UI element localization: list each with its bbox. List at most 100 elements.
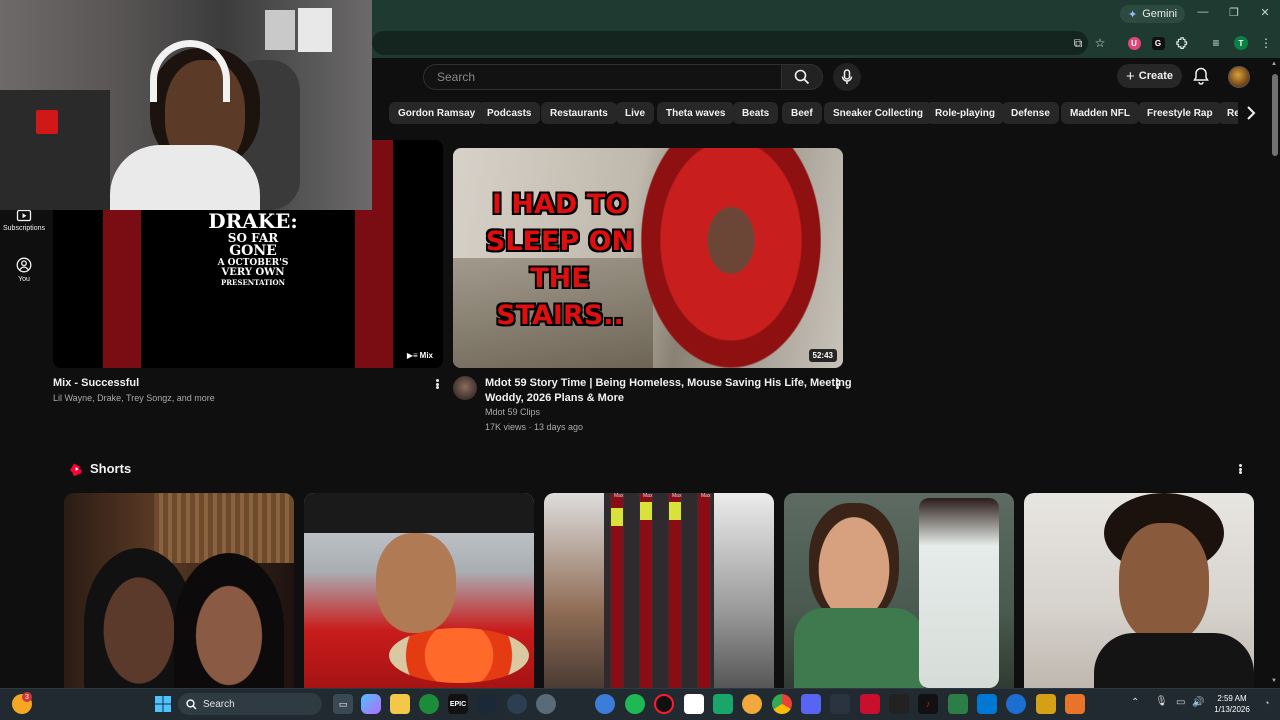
xbox-icon[interactable] (419, 694, 439, 714)
chip-beef[interactable]: Beef (782, 102, 822, 124)
gemini-icon: ✦ (1128, 8, 1138, 21)
search-icon (186, 698, 197, 709)
copilot-icon[interactable] (361, 694, 381, 714)
search-box[interactable] (423, 64, 783, 90)
media-control-icon[interactable]: ≡ (1206, 33, 1226, 53)
thumb-shirt (1094, 633, 1254, 689)
create-button[interactable]: + Create (1117, 64, 1182, 88)
steam-icon[interactable] (477, 694, 497, 714)
scrollbar-thumb[interactable] (1272, 74, 1278, 156)
spotify-icon[interactable] (625, 694, 645, 714)
video-title-mix[interactable]: Mix - Successful (53, 376, 139, 391)
discord-icon[interactable] (801, 694, 821, 714)
opera-icon[interactable] (654, 694, 674, 714)
bookmark-star-icon[interactable]: ☆ (1090, 33, 1110, 53)
windows-start-icon[interactable] (153, 694, 173, 714)
channel-avatar[interactable] (453, 376, 477, 400)
chrome-icon[interactable] (772, 694, 792, 714)
app-icon[interactable] (1006, 694, 1026, 714)
voice-search-button[interactable] (833, 63, 861, 91)
search-button[interactable] (781, 64, 823, 90)
app-icon[interactable] (1065, 694, 1085, 714)
notifications-button[interactable] (1191, 66, 1211, 86)
more-options-icon[interactable] (432, 377, 442, 391)
chip-live[interactable]: Live (616, 102, 655, 124)
video-title-mdot[interactable]: Mdot 59 Story Time | Being Homeless, Mou… (485, 376, 852, 406)
browser-menu-icon[interactable]: ⋮ (1256, 33, 1276, 53)
app-icon[interactable] (1036, 694, 1056, 714)
epic-games-icon[interactable]: EPIC (448, 694, 468, 714)
chip-role-playing[interactable]: Role-playing (926, 102, 1005, 124)
short-thumbnail-3[interactable]: Max Max Max Max (544, 493, 774, 689)
chip-podcasts[interactable]: Podcasts (478, 102, 541, 124)
task-view-icon[interactable]: ▭ (333, 694, 353, 714)
chip-sneaker-collecting[interactable]: Sneaker Collecting (824, 102, 933, 124)
chips-next-button[interactable] (1238, 100, 1264, 126)
create-label: Create (1138, 70, 1173, 82)
file-explorer-icon[interactable] (390, 694, 410, 714)
gemini-button[interactable]: ✦ Gemini (1120, 5, 1186, 23)
search-input[interactable] (424, 65, 783, 89)
network-icon[interactable]: ▭ (1176, 697, 1185, 708)
notifications-bell-icon[interactable]: ◔ (1264, 698, 1269, 708)
address-bar[interactable] (372, 31, 1088, 55)
thumb-person-red-hoodie (641, 148, 821, 368)
extension-g-icon[interactable]: G (1148, 33, 1168, 53)
chip-defense[interactable]: Defense (1002, 102, 1059, 124)
app-icon[interactable] (830, 694, 850, 714)
short-thumbnail-4[interactable] (784, 493, 1014, 689)
album-art-text: DRAKE: SO FAR GONE A OCTOBER'S VERY OWN … (208, 209, 298, 287)
short-thumbnail-5[interactable] (1024, 493, 1254, 689)
obs-icon[interactable] (507, 694, 527, 714)
capcut-icon[interactable] (684, 694, 704, 714)
close-button[interactable]: ✕ (1250, 6, 1280, 19)
active-app-icon[interactable] (713, 694, 733, 714)
taskbar-search-label: Search (203, 698, 235, 710)
volume-icon[interactable]: 🔊 (1192, 697, 1204, 708)
browser-globe-icon[interactable] (595, 694, 615, 714)
channel-name[interactable]: Mdot 59 Clips (485, 405, 540, 420)
app-icon[interactable] (948, 694, 968, 714)
taskbar-clock[interactable]: 2:59 AM 1/13/2026 (1208, 693, 1256, 715)
thumb-food-plate (389, 628, 529, 683)
more-options-icon[interactable] (832, 377, 842, 391)
profile-icon[interactable]: T (1231, 33, 1251, 53)
app-icon[interactable] (860, 694, 880, 714)
taskbar-search[interactable]: Search (178, 693, 322, 715)
short-thumbnail-2[interactable] (304, 493, 534, 689)
app-icon[interactable] (977, 694, 997, 714)
sidebar-item-you[interactable]: You (0, 257, 48, 283)
extensions-puzzle-icon[interactable] (1172, 33, 1192, 53)
meter-label: Max (701, 493, 711, 499)
install-app-icon[interactable]: ⧉ (1068, 33, 1088, 53)
account-avatar[interactable] (1228, 66, 1250, 88)
chip-madden-nfl[interactable]: Madden NFL (1061, 102, 1139, 124)
shorts-more-options-icon[interactable] (1235, 462, 1245, 476)
tiktok-icon[interactable]: ♪ (918, 694, 938, 714)
sidebar-item-subscriptions[interactable]: Subscriptions (0, 208, 48, 232)
app-icon[interactable] (889, 694, 909, 714)
short-thumbnail-1[interactable] (64, 493, 294, 689)
maximize-button[interactable]: ❐ (1219, 6, 1249, 19)
scroll-down-arrow-icon[interactable]: ▼ (1271, 678, 1277, 684)
thumb-milkshake (919, 498, 999, 688)
extension-shield-icon[interactable]: U (1124, 33, 1144, 53)
meter-bar (668, 493, 682, 689)
settings-gear-icon[interactable] (536, 694, 556, 714)
chip-restaurants[interactable]: Restaurants (541, 102, 617, 124)
tray-chevron-up-icon[interactable]: ⌃ (1131, 697, 1139, 708)
chip-beats[interactable]: Beats (733, 102, 779, 124)
sidebar-item-label: You (18, 276, 30, 283)
chat-app-icon[interactable] (742, 694, 762, 714)
scroll-up-arrow-icon[interactable]: ▲ (1271, 61, 1277, 67)
video-meta: 17K views · 13 days ago (485, 422, 584, 432)
chip-theta-waves[interactable]: Theta waves (657, 102, 735, 124)
red-cup (36, 110, 58, 134)
search-icon (794, 69, 810, 85)
minimize-button[interactable]: — (1188, 6, 1218, 18)
microphone-tray-icon[interactable]: 🎙 (1155, 696, 1168, 707)
chip-gordon-ramsay[interactable]: Gordon Ramsay (389, 102, 485, 124)
jersey-white (265, 10, 295, 50)
chip-freestyle-rap[interactable]: Freestyle Rap (1138, 102, 1222, 124)
video-thumbnail-mdot[interactable]: I HAD TO SLEEP ON THE STAIRS.. 52:43 (453, 148, 843, 368)
